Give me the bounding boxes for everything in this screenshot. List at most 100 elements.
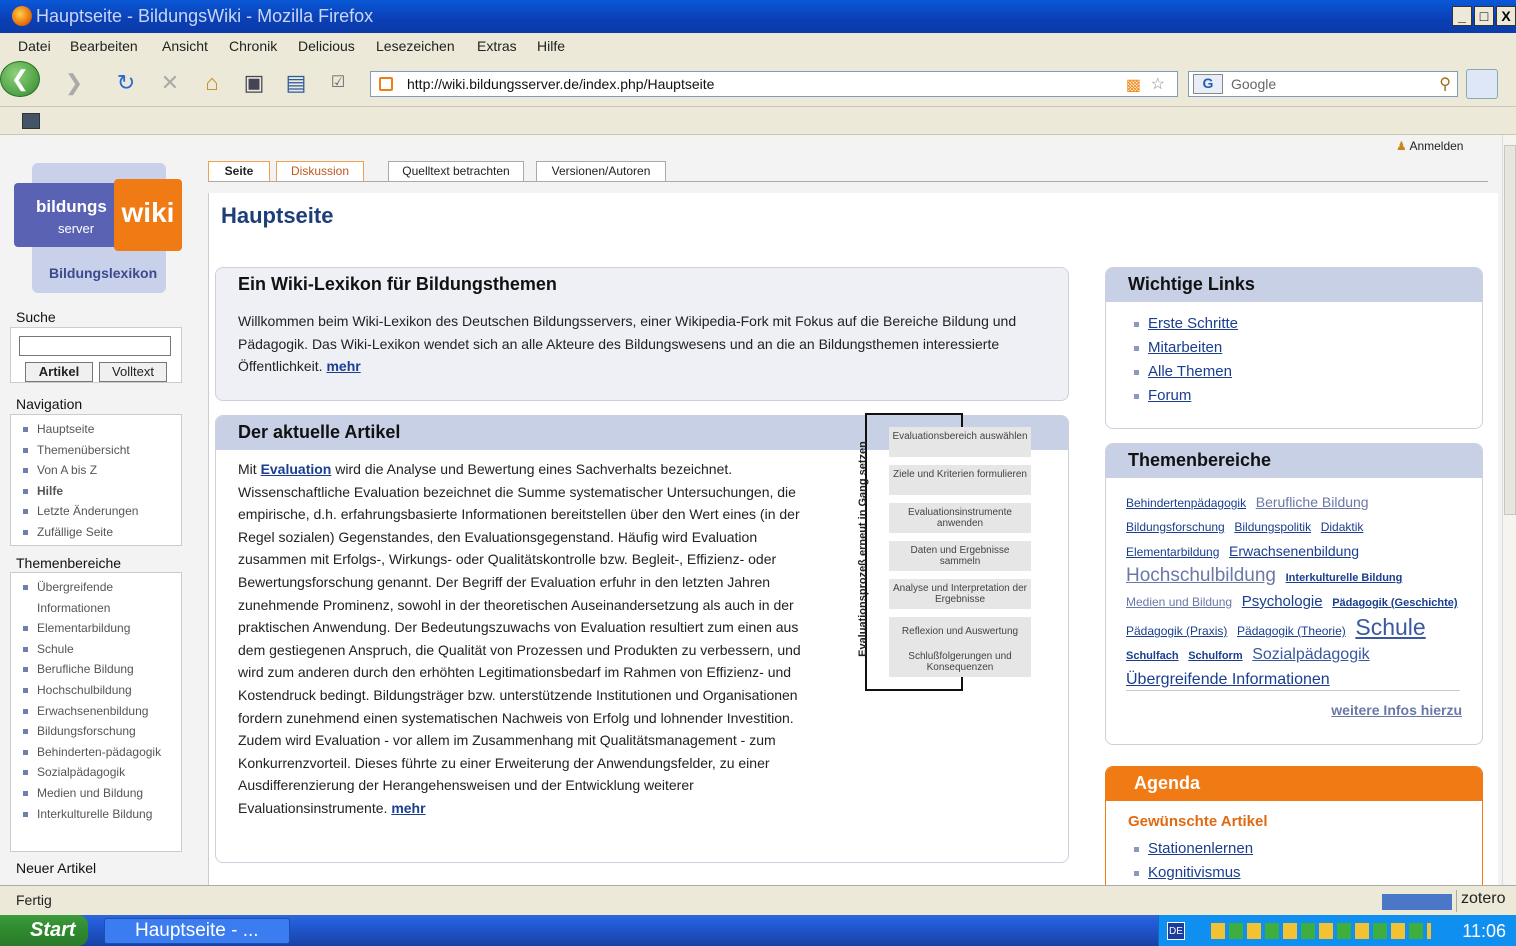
nav-item-hauptseite[interactable]: Hauptseite — [21, 419, 181, 440]
menu-extras[interactable]: Extras — [477, 38, 517, 54]
diagram-step-2: Ziele und Kriterien formulieren — [889, 465, 1031, 495]
toolbar-icon-2[interactable]: ▤ — [282, 69, 310, 97]
cloud-schulfach[interactable]: Schulfach — [1126, 650, 1179, 662]
menu-lesezeichen[interactable]: Lesezeichen — [376, 38, 455, 54]
article-more-link[interactable]: mehr — [391, 800, 425, 816]
skype-icon[interactable] — [1466, 69, 1498, 99]
forward-button[interactable]: ❯ — [60, 69, 88, 97]
tab-versionen[interactable]: Versionen/Autoren — [536, 161, 666, 181]
cloud-uebergreifende-informationen[interactable]: Übergreifende Informationen — [1126, 671, 1330, 688]
search-heading: Suche — [16, 309, 56, 325]
cloud-behindertenpaedagogik[interactable]: Behindertenpädagogik — [1126, 496, 1246, 510]
themen-item-behinderten[interactable]: Behinderten-pädagogik — [21, 742, 181, 763]
nav-item-zufaellige-seite[interactable]: Zufällige Seite — [21, 522, 181, 543]
link-mitarbeiten[interactable]: Mitarbeiten — [1126, 336, 1238, 360]
nav-item-hilfe[interactable]: Hilfe — [21, 481, 181, 502]
login-link[interactable]: ♟ Anmelden — [1396, 139, 1463, 153]
tray-icons[interactable] — [1211, 923, 1431, 939]
themen-item-erwachsenenbildung[interactable]: Erwachsenenbildung — [21, 701, 181, 722]
cloud-sozialpaedagogik[interactable]: Sozialpädagogik — [1252, 646, 1369, 663]
search-bar[interactable]: G Google ⚲ — [1188, 71, 1458, 97]
cloud-medien-und-bildung[interactable]: Medien und Bildung — [1126, 595, 1232, 609]
menu-hilfe[interactable]: Hilfe — [537, 38, 565, 54]
diagram-step-1: Evaluationsbereich auswählen — [889, 427, 1031, 457]
google-icon[interactable]: G — [1193, 74, 1223, 94]
menu-delicious[interactable]: Delicious — [298, 38, 355, 54]
themen-item-medien[interactable]: Medien und Bildung — [21, 783, 181, 804]
themen-item-berufliche[interactable]: Berufliche Bildung — [21, 659, 181, 680]
maximize-button[interactable]: □ — [1474, 6, 1494, 26]
search-box: Artikel Volltext — [10, 327, 182, 383]
menu-datei[interactable]: Datei — [18, 38, 51, 54]
bookmark-icon[interactable] — [22, 113, 40, 129]
cloud-schule[interactable]: Schule — [1355, 614, 1425, 640]
status-icons[interactable] — [1382, 894, 1452, 910]
rss-icon[interactable]: ▩ — [1126, 75, 1141, 95]
minimize-button[interactable]: _ — [1452, 6, 1472, 26]
vertical-scrollbar[interactable] — [1502, 135, 1516, 885]
menu-ansicht[interactable]: Ansicht — [162, 38, 208, 54]
cloud-interkulturelle-bildung[interactable]: Interkulturelle Bildung — [1286, 572, 1403, 584]
cloud-berufliche-bildung[interactable]: Berufliche Bildung — [1256, 494, 1369, 510]
cloud-psychologie[interactable]: Psychologie — [1242, 593, 1323, 610]
cloud-paedagogik-praxis[interactable]: Pädagogik (Praxis) — [1126, 624, 1227, 638]
cloud-erwachsenenbildung[interactable]: Erwachsenenbildung — [1229, 543, 1359, 559]
evaluation-link[interactable]: Evaluation — [261, 461, 332, 477]
cloud-paedagogik-geschichte[interactable]: Pädagogik (Geschichte) — [1332, 597, 1457, 609]
start-button[interactable]: Start — [0, 915, 88, 946]
star-icon[interactable]: ☆ — [1151, 74, 1165, 94]
toolbar-icon-1[interactable]: ▣ — [240, 69, 268, 97]
themen-item-hochschulbildung[interactable]: Hochschulbildung — [21, 680, 181, 701]
nav-item-von-a-bis-z[interactable]: Von A bis Z — [21, 460, 181, 481]
stop-icon[interactable]: ✕ — [156, 69, 184, 97]
nav-item-letzte-aenderungen[interactable]: Letzte Änderungen — [21, 501, 181, 522]
article-search-button[interactable]: Artikel — [25, 362, 93, 382]
language-indicator[interactable]: DE — [1167, 922, 1185, 940]
intro-text: Willkommen beim Wiki-Lexikon des Deutsch… — [238, 310, 1048, 378]
loop-line-bottom — [865, 689, 961, 691]
cloud-bildungspolitik[interactable]: Bildungspolitik — [1234, 520, 1311, 534]
magnifier-icon[interactable]: ⚲ — [1439, 74, 1451, 94]
link-erste-schritte[interactable]: Erste Schritte — [1126, 312, 1238, 336]
themen-item-interkulturelle[interactable]: Interkulturelle Bildung — [21, 804, 181, 825]
cloud-bildungsforschung[interactable]: Bildungsforschung — [1126, 520, 1225, 534]
link-forum[interactable]: Forum — [1126, 384, 1238, 408]
tab-seite[interactable]: Seite — [208, 161, 270, 182]
back-button[interactable]: ❮ — [0, 61, 40, 97]
close-button[interactable]: X — [1496, 6, 1516, 26]
tab-diskussion[interactable]: Diskussion — [276, 161, 364, 181]
nav-item-themenuebersicht[interactable]: Themenübersicht — [21, 440, 181, 461]
agenda-item-stationenlernen[interactable]: Stationenlernen — [1126, 837, 1253, 861]
web-content: ♟ Anmelden wiki bildungs server Bildungs… — [0, 135, 1502, 885]
themen-item-sozialpaedagogik[interactable]: Sozialpädagogik — [21, 762, 181, 783]
menu-bearbeiten[interactable]: Bearbeiten — [70, 38, 138, 54]
search-input[interactable] — [19, 336, 171, 356]
cloud-schulform[interactable]: Schulform — [1188, 650, 1242, 662]
menu-chronik[interactable]: Chronik — [229, 38, 277, 54]
fulltext-search-button[interactable]: Volltext — [99, 362, 167, 382]
tag-icon[interactable]: ☑ — [324, 69, 352, 97]
home-icon[interactable]: ⌂ — [198, 69, 226, 97]
intro-more-link[interactable]: mehr — [326, 358, 360, 374]
new-article-heading: Neuer Artikel — [16, 860, 97, 876]
taskbar-firefox-item[interactable]: Hauptseite - ... — [104, 918, 290, 944]
themen-item-bildungsforschung[interactable]: Bildungsforschung — [21, 721, 181, 742]
link-alle-themen[interactable]: Alle Themen — [1126, 360, 1238, 384]
cloud-didaktik[interactable]: Didaktik — [1321, 520, 1364, 534]
more-info-link[interactable]: weitere Infos hierzu — [1331, 702, 1462, 718]
logo-subtitle: Bildungslexikon — [49, 265, 158, 281]
reload-icon[interactable]: ↻ — [112, 69, 140, 97]
themen-item-schule[interactable]: Schule — [21, 639, 181, 660]
loop-line-top — [865, 413, 961, 415]
cloud-elementarbildung[interactable]: Elementarbildung — [1126, 545, 1219, 559]
cloud-hochschulbildung[interactable]: Hochschulbildung — [1126, 565, 1276, 586]
themen-item-uebergreifende[interactable]: Übergreifende Informationen — [21, 577, 181, 618]
cloud-paedagogik-theorie[interactable]: Pädagogik (Theorie) — [1237, 624, 1346, 638]
agenda-item-kognitivismus[interactable]: Kognitivismus — [1126, 861, 1253, 885]
url-bar[interactable]: http://wiki.bildungsserver.de/index.php/… — [370, 71, 1178, 97]
scrollbar-thumb[interactable] — [1504, 145, 1516, 515]
zotero-button[interactable]: zotero — [1456, 890, 1516, 912]
wiki-logo[interactable]: wiki bildungs server Bildungslexikon — [14, 163, 182, 293]
tab-quelltext[interactable]: Quelltext betrachten — [388, 161, 524, 181]
themen-item-elementarbildung[interactable]: Elementarbildung — [21, 618, 181, 639]
